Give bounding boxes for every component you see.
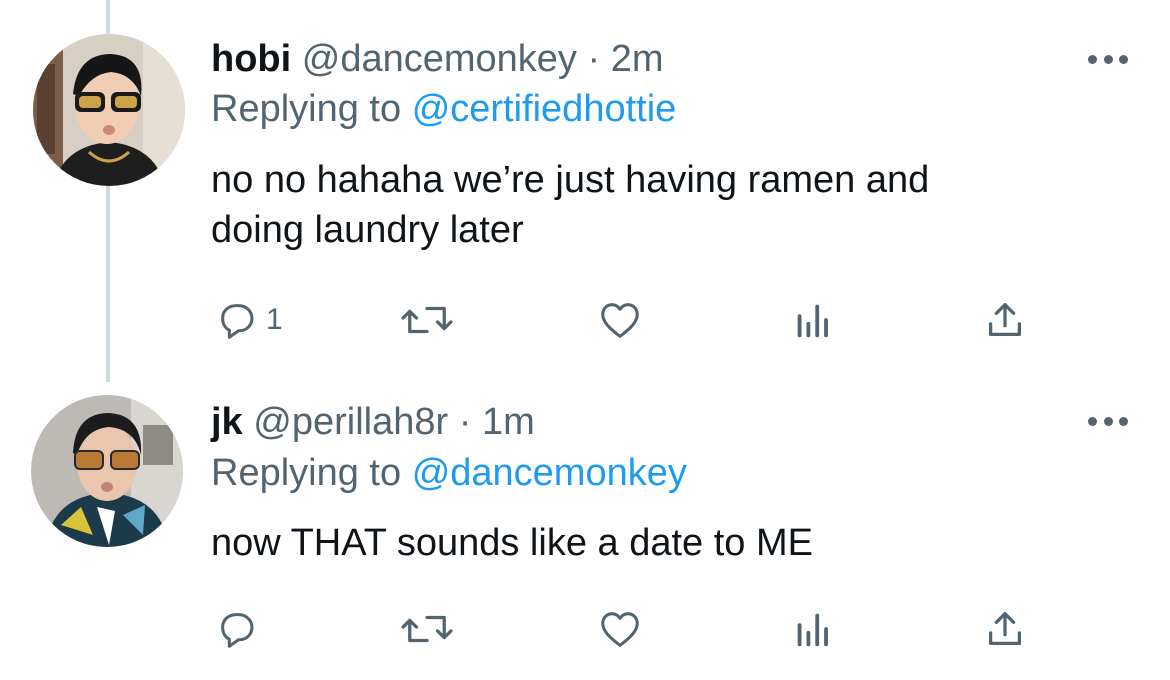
tweet-text: no no hahaha we’re just having ramen and… [211, 155, 1111, 255]
reply-button[interactable]: 1 [214, 290, 283, 350]
reply-icon [221, 304, 254, 339]
tweet-actions [0, 599, 1170, 659]
retweet-icon [401, 615, 453, 643]
tweet-time[interactable]: 2m [611, 38, 664, 80]
replying-to: Replying to @certifiedhottie [211, 88, 676, 131]
display-name[interactable]: jk [211, 401, 243, 443]
tweet-header: hobi @dancemonkey · 2m [211, 38, 664, 81]
reply-count: 1 [266, 303, 283, 336]
reply-thread: hobi @dancemonkey · 2m Replying to @cert… [0, 0, 1170, 680]
tweet-text-line: doing laundry later [211, 209, 524, 251]
avatar[interactable] [31, 395, 183, 547]
replying-to-label: Replying to [211, 452, 402, 494]
tweet-time[interactable]: 1m [482, 401, 535, 443]
retweet-icon [401, 306, 453, 334]
tweet-text-line: now THAT sounds like a date to ME [211, 522, 813, 564]
tweet[interactable]: jk @perillah8r · 1m Replying to @dancemo… [0, 385, 1170, 680]
retweet-button[interactable] [397, 290, 457, 350]
mention-link[interactable]: @dancemonkey [412, 452, 687, 494]
more-icon[interactable] [1088, 413, 1128, 429]
tweet-header: jk @perillah8r · 1m [211, 401, 535, 444]
like-icon [601, 303, 639, 338]
like-icon [601, 612, 639, 647]
more-icon[interactable] [1088, 51, 1128, 67]
stats-button[interactable] [790, 599, 836, 659]
share-icon [988, 303, 1022, 337]
stats-button[interactable] [790, 290, 836, 350]
stats-icon [797, 613, 828, 647]
tweet[interactable]: hobi @dancemonkey · 2m Replying to @cert… [0, 0, 1170, 385]
share-icon [988, 612, 1022, 646]
share-button[interactable] [982, 599, 1028, 659]
reply-button[interactable] [214, 599, 260, 659]
user-handle[interactable]: @perillah8r [253, 401, 448, 443]
retweet-button[interactable] [397, 599, 457, 659]
tweet-text: now THAT sounds like a date to ME [211, 518, 1111, 568]
display-name[interactable]: hobi [211, 38, 291, 80]
stats-icon [797, 304, 828, 338]
tweet-actions: 1 [0, 290, 1170, 350]
like-button[interactable] [596, 290, 644, 350]
meta-separator: · [587, 38, 601, 80]
tweet-text-line: no no hahaha we’re just having ramen and [211, 159, 930, 201]
share-button[interactable] [982, 290, 1028, 350]
mention-link[interactable]: @certifiedhottie [412, 88, 677, 130]
replying-to: Replying to @dancemonkey [211, 452, 687, 495]
replying-to-label: Replying to [211, 88, 402, 130]
avatar[interactable] [33, 34, 185, 186]
like-button[interactable] [596, 599, 644, 659]
meta-separator: · [458, 401, 472, 443]
reply-icon [221, 613, 254, 648]
user-handle[interactable]: @dancemonkey [302, 38, 577, 80]
